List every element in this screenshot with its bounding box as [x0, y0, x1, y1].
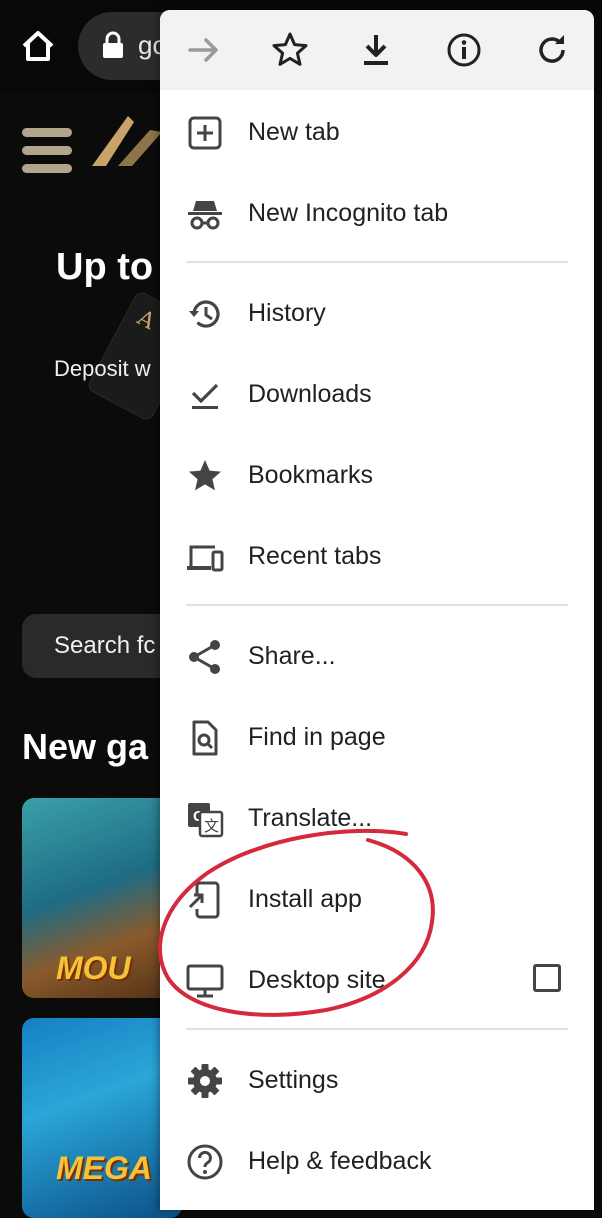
menu-item-label: New tab — [248, 118, 340, 146]
devices-icon — [187, 545, 224, 572]
menu-item-desktop-site[interactable]: Desktop site — [160, 945, 594, 1015]
menu-item-label: Downloads — [248, 380, 372, 408]
menu-item-bookmarks[interactable]: Bookmarks — [160, 440, 594, 510]
menu-divider — [186, 604, 568, 606]
bookmark-star-icon — [189, 460, 221, 491]
menu-item-share[interactable]: Share... — [160, 621, 594, 691]
home-icon[interactable] — [18, 26, 58, 66]
menu-item-label: Desktop site — [248, 966, 386, 994]
site-logo — [92, 116, 162, 166]
menu-item-settings[interactable]: Settings — [160, 1045, 594, 1115]
star-icon[interactable] — [266, 26, 314, 74]
menu-item-install-app[interactable]: Install app — [160, 864, 594, 934]
game-tile-title: MEGA — [56, 1150, 152, 1186]
download-icon[interactable] — [352, 26, 400, 74]
help-icon — [187, 1144, 223, 1180]
game-tile[interactable]: MEGA — [22, 1018, 182, 1218]
gear-icon — [188, 1064, 222, 1098]
forward-icon[interactable] — [180, 26, 228, 74]
menu-item-label: Install app — [248, 885, 362, 913]
menu-item-translate[interactable]: G文 Translate... — [160, 783, 594, 853]
svg-text:文: 文 — [204, 817, 219, 835]
share-icon — [189, 640, 220, 674]
history-icon — [189, 300, 220, 328]
menu-item-label: Recent tabs — [248, 542, 382, 570]
menu-item-new-incognito-tab[interactable]: New Incognito tab — [160, 178, 594, 248]
menu-item-label: History — [248, 299, 326, 327]
site-search-placeholder: Search fc — [54, 632, 156, 659]
desktop-icon — [186, 964, 224, 998]
install-app-icon — [188, 881, 220, 919]
desktop-site-checkbox[interactable] — [533, 964, 561, 992]
menu-item-label: Help & feedback — [248, 1147, 432, 1175]
menu-divider — [186, 1028, 568, 1030]
card-letter: A — [133, 305, 159, 336]
menu-divider — [186, 261, 568, 263]
game-tile[interactable]: MOU — [22, 798, 182, 998]
refresh-icon[interactable] — [528, 26, 576, 74]
menu-item-label: Share... — [248, 642, 336, 670]
info-icon[interactable] — [440, 26, 488, 74]
menu-item-label: Translate... — [248, 804, 373, 832]
menu-item-find-in-page[interactable]: Find in page — [160, 702, 594, 772]
menu-item-history[interactable]: History — [160, 278, 594, 348]
new-tab-icon — [188, 116, 222, 150]
hero-subtitle: Deposit w — [54, 356, 151, 381]
menu-item-label: New Incognito tab — [248, 199, 449, 227]
menu-item-downloads[interactable]: Downloads — [160, 359, 594, 429]
menu-item-label: Find in page — [248, 723, 386, 751]
game-tile-title: MOU — [56, 950, 131, 986]
section-title: New ga — [22, 726, 149, 767]
overflow-menu: New tab New Incognito tab History Downlo… — [160, 10, 594, 1210]
menu-item-help-feedback[interactable]: Help & feedback — [160, 1126, 594, 1196]
site-menu-icon[interactable] — [22, 128, 72, 174]
lock-icon — [103, 31, 123, 58]
menu-toolbar — [160, 10, 594, 90]
menu-item-new-tab[interactable]: New tab — [160, 97, 594, 167]
menu-item-label: Settings — [248, 1066, 339, 1094]
menu-item-recent-tabs[interactable]: Recent tabs — [160, 521, 594, 591]
hero-title: Up to — [56, 246, 154, 288]
incognito-icon — [188, 201, 222, 230]
find-in-page-icon — [192, 720, 218, 756]
downloads-check-icon — [191, 383, 219, 409]
translate-icon: G文 — [188, 803, 224, 838]
menu-item-label: Bookmarks — [248, 461, 374, 489]
